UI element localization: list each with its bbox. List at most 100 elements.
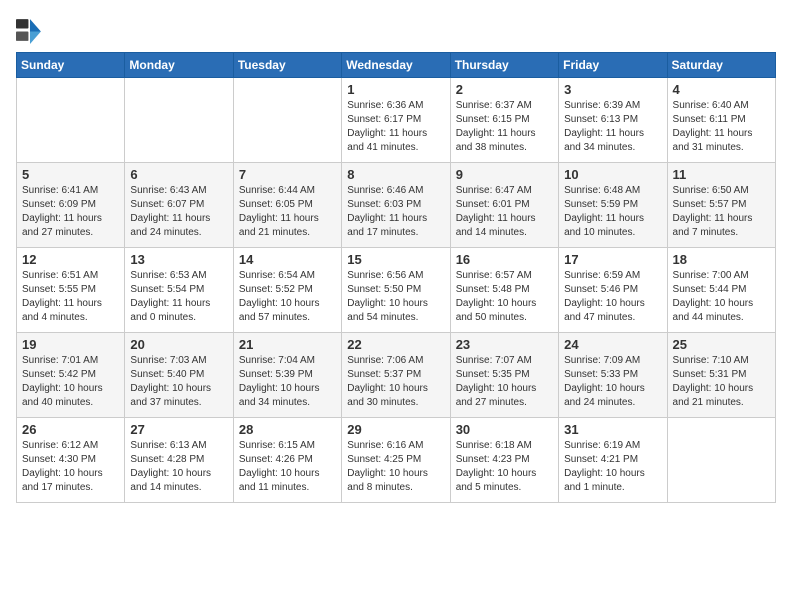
calendar-day-27: 27 Sunrise: 6:13 AM Sunset: 4:28 PM Dayli…: [125, 418, 233, 503]
calendar-header-row: SundayMondayTuesdayWednesdayThursdayFrid…: [17, 53, 776, 78]
calendar-day-9: 9 Sunrise: 6:47 AM Sunset: 6:01 PM Daylig…: [450, 163, 558, 248]
calendar-day-21: 21Sunrise: 7:04 AM Sunset: 5:39 PM Dayli…: [233, 333, 341, 418]
day-number: 21: [239, 337, 336, 352]
calendar-day-18: 18 Sunrise: 7:00 AM Sunset: 5:44 PM Dayli…: [667, 248, 775, 333]
calendar-day-8: 8 Sunrise: 6:46 AM Sunset: 6:03 PM Daylig…: [342, 163, 450, 248]
day-number: 14: [239, 252, 336, 267]
day-info: Sunrise: 6:39 AM Sunset: 6:13 PM Dayligh…: [564, 99, 661, 155]
day-number: 19: [22, 337, 119, 352]
calendar-empty-cell: [667, 418, 775, 503]
day-info: Sunrise: 6:56 AM Sunset: 5:50 PM Dayligh…: [347, 269, 444, 325]
logo-icon: [16, 16, 44, 44]
calendar-empty-cell: [17, 78, 125, 163]
day-number: 17: [564, 252, 661, 267]
day-number: 18: [673, 252, 770, 267]
day-info: Sunrise: 6:15 AM Sunset: 4:26 PM Dayligh…: [239, 439, 336, 495]
calendar-day-20: 20 Sunrise: 7:03 AM Sunset: 5:40 PM Dayli…: [125, 333, 233, 418]
day-number: 27: [130, 422, 227, 437]
calendar-week-3: 19Sunrise: 7:01 AM Sunset: 5:42 PM Dayli…: [17, 333, 776, 418]
calendar-day-16: 16 Sunrise: 6:57 AM Sunset: 5:48 PM Dayli…: [450, 248, 558, 333]
day-number: 10: [564, 167, 661, 182]
day-number: 30: [456, 422, 553, 437]
calendar-day-15: 15 Sunrise: 6:56 AM Sunset: 5:50 PM Dayli…: [342, 248, 450, 333]
calendar-day-5: 5 Sunrise: 6:41 AM Sunset: 6:09 PM Daylig…: [17, 163, 125, 248]
calendar-week-2: 12 Sunrise: 6:51 AM Sunset: 5:55 PM Dayli…: [17, 248, 776, 333]
day-number: 5: [22, 167, 119, 182]
day-number: 13: [130, 252, 227, 267]
day-info: Sunrise: 7:10 AM Sunset: 5:31 PM Dayligh…: [673, 354, 770, 410]
day-info: Sunrise: 6:53 AM Sunset: 5:54 PM Dayligh…: [130, 269, 227, 325]
calendar-day-23: 23 Sunrise: 7:07 AM Sunset: 5:35 PM Dayli…: [450, 333, 558, 418]
calendar-header-sunday: Sunday: [17, 53, 125, 78]
day-info: Sunrise: 6:47 AM Sunset: 6:01 PM Dayligh…: [456, 184, 553, 240]
day-number: 16: [456, 252, 553, 267]
calendar-header-saturday: Saturday: [667, 53, 775, 78]
day-info: Sunrise: 6:40 AM Sunset: 6:11 PM Dayligh…: [673, 99, 770, 155]
day-info: Sunrise: 6:19 AM Sunset: 4:21 PM Dayligh…: [564, 439, 661, 495]
day-info: Sunrise: 6:44 AM Sunset: 6:05 PM Dayligh…: [239, 184, 336, 240]
day-number: 29: [347, 422, 444, 437]
day-number: 31: [564, 422, 661, 437]
calendar-empty-cell: [125, 78, 233, 163]
day-number: 2: [456, 82, 553, 97]
day-info: Sunrise: 6:43 AM Sunset: 6:07 PM Dayligh…: [130, 184, 227, 240]
calendar-day-11: 11 Sunrise: 6:50 AM Sunset: 5:57 PM Dayli…: [667, 163, 775, 248]
day-info: Sunrise: 6:12 AM Sunset: 4:30 PM Dayligh…: [22, 439, 119, 495]
day-number: 24: [564, 337, 661, 352]
calendar-header-wednesday: Wednesday: [342, 53, 450, 78]
calendar-week-4: 26Sunrise: 6:12 AM Sunset: 4:30 PM Dayli…: [17, 418, 776, 503]
day-info: Sunrise: 7:07 AM Sunset: 5:35 PM Dayligh…: [456, 354, 553, 410]
day-number: 7: [239, 167, 336, 182]
page-container: SundayMondayTuesdayWednesdayThursdayFrid…: [16, 16, 776, 503]
calendar-day-24: 24 Sunrise: 7:09 AM Sunset: 5:33 PM Dayli…: [559, 333, 667, 418]
logo: [16, 16, 48, 44]
calendar-day-22: 22Sunrise: 7:06 AM Sunset: 5:37 PM Dayli…: [342, 333, 450, 418]
calendar-day-29: 29 Sunrise: 6:16 AM Sunset: 4:25 PM Dayli…: [342, 418, 450, 503]
day-number: 11: [673, 167, 770, 182]
day-info: Sunrise: 7:09 AM Sunset: 5:33 PM Dayligh…: [564, 354, 661, 410]
calendar-day-4: 4 Sunrise: 6:40 AM Sunset: 6:11 PM Daylig…: [667, 78, 775, 163]
calendar-day-26: 26Sunrise: 6:12 AM Sunset: 4:30 PM Dayli…: [17, 418, 125, 503]
calendar-day-7: 7 Sunrise: 6:44 AM Sunset: 6:05 PM Daylig…: [233, 163, 341, 248]
day-number: 15: [347, 252, 444, 267]
calendar-day-12: 12 Sunrise: 6:51 AM Sunset: 5:55 PM Dayli…: [17, 248, 125, 333]
calendar-day-6: 6Sunrise: 6:43 AM Sunset: 6:07 PM Daylig…: [125, 163, 233, 248]
calendar-day-31: 31 Sunrise: 6:19 AM Sunset: 4:21 PM Dayli…: [559, 418, 667, 503]
day-info: Sunrise: 6:48 AM Sunset: 5:59 PM Dayligh…: [564, 184, 661, 240]
day-info: Sunrise: 6:51 AM Sunset: 5:55 PM Dayligh…: [22, 269, 119, 325]
calendar-day-1: 1Sunrise: 6:36 AM Sunset: 6:17 PM Daylig…: [342, 78, 450, 163]
calendar-day-14: 14Sunrise: 6:54 AM Sunset: 5:52 PM Dayli…: [233, 248, 341, 333]
day-number: 28: [239, 422, 336, 437]
calendar-day-10: 10 Sunrise: 6:48 AM Sunset: 5:59 PM Dayli…: [559, 163, 667, 248]
day-info: Sunrise: 7:06 AM Sunset: 5:37 PM Dayligh…: [347, 354, 444, 410]
calendar-day-19: 19Sunrise: 7:01 AM Sunset: 5:42 PM Dayli…: [17, 333, 125, 418]
calendar-header-thursday: Thursday: [450, 53, 558, 78]
calendar-day-3: 3Sunrise: 6:39 AM Sunset: 6:13 PM Daylig…: [559, 78, 667, 163]
calendar-day-13: 13 Sunrise: 6:53 AM Sunset: 5:54 PM Dayli…: [125, 248, 233, 333]
day-number: 9: [456, 167, 553, 182]
day-number: 20: [130, 337, 227, 352]
day-info: Sunrise: 7:00 AM Sunset: 5:44 PM Dayligh…: [673, 269, 770, 325]
calendar-day-25: 25 Sunrise: 7:10 AM Sunset: 5:31 PM Dayli…: [667, 333, 775, 418]
day-info: Sunrise: 6:50 AM Sunset: 5:57 PM Dayligh…: [673, 184, 770, 240]
day-number: 8: [347, 167, 444, 182]
day-number: 23: [456, 337, 553, 352]
calendar-table: SundayMondayTuesdayWednesdayThursdayFrid…: [16, 52, 776, 503]
day-info: Sunrise: 6:18 AM Sunset: 4:23 PM Dayligh…: [456, 439, 553, 495]
day-info: Sunrise: 6:13 AM Sunset: 4:28 PM Dayligh…: [130, 439, 227, 495]
day-number: 4: [673, 82, 770, 97]
calendar-empty-cell: [233, 78, 341, 163]
day-number: 25: [673, 337, 770, 352]
day-info: Sunrise: 6:46 AM Sunset: 6:03 PM Dayligh…: [347, 184, 444, 240]
day-info: Sunrise: 6:41 AM Sunset: 6:09 PM Dayligh…: [22, 184, 119, 240]
calendar-week-0: 1Sunrise: 6:36 AM Sunset: 6:17 PM Daylig…: [17, 78, 776, 163]
day-info: Sunrise: 7:03 AM Sunset: 5:40 PM Dayligh…: [130, 354, 227, 410]
calendar-header-tuesday: Tuesday: [233, 53, 341, 78]
day-info: Sunrise: 6:59 AM Sunset: 5:46 PM Dayligh…: [564, 269, 661, 325]
day-info: Sunrise: 6:57 AM Sunset: 5:48 PM Dayligh…: [456, 269, 553, 325]
calendar-day-17: 17 Sunrise: 6:59 AM Sunset: 5:46 PM Dayli…: [559, 248, 667, 333]
calendar-week-1: 5 Sunrise: 6:41 AM Sunset: 6:09 PM Daylig…: [17, 163, 776, 248]
day-number: 12: [22, 252, 119, 267]
day-info: Sunrise: 6:36 AM Sunset: 6:17 PM Dayligh…: [347, 99, 444, 155]
day-info: Sunrise: 6:16 AM Sunset: 4:25 PM Dayligh…: [347, 439, 444, 495]
